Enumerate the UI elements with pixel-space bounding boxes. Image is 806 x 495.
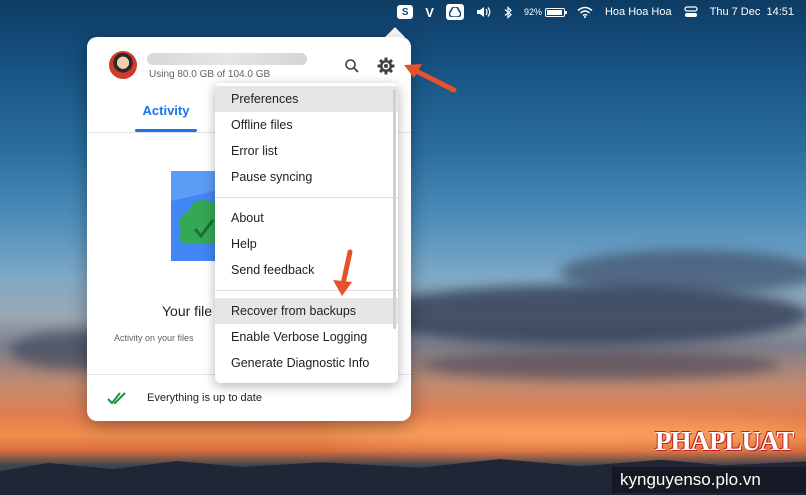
menu-item-offline-files[interactable]: Offline files — [215, 112, 398, 138]
menu-scrollbar[interactable] — [393, 89, 396, 329]
menu-item-generate-diagnostic-info[interactable]: Generate Diagnostic Info — [215, 350, 398, 376]
bluetooth-icon[interactable] — [498, 0, 518, 24]
menu-item-send-feedback[interactable]: Send feedback — [215, 257, 398, 283]
menu-item-pause-syncing[interactable]: Pause syncing — [215, 164, 398, 190]
storage-usage: Using 80.0 GB of 104.0 GB — [149, 69, 271, 80]
user-name: Hoa Hoa Hoa — [604, 6, 672, 18]
watermark-url: kynguyenso.plo.vn — [612, 467, 806, 493]
volume-icon[interactable] — [470, 0, 498, 24]
cloud — [420, 350, 780, 380]
google-drive-menu-icon[interactable] — [440, 0, 470, 24]
menu-separator — [215, 197, 398, 198]
empty-state-subtitle: Activity on your files — [114, 333, 194, 343]
tab-activity[interactable]: Activity — [131, 101, 201, 131]
menu-bar: S V 92% Hoa Hoa Hoa Thu 7 Dec 14:51 — [0, 0, 806, 24]
arrow-to-settings-icon — [404, 64, 457, 93]
sync-status: Everything is up to date — [147, 392, 262, 404]
battery-indicator[interactable]: 92% — [518, 0, 571, 24]
date-time: Thu 7 Dec 14:51 — [709, 6, 794, 18]
clock[interactable]: Thu 7 Dec 14:51 — [704, 0, 800, 24]
control-center-icon[interactable] — [678, 0, 704, 24]
menu-item-preferences[interactable]: Preferences — [215, 86, 398, 112]
search-icon — [345, 59, 359, 73]
settings-dropdown-menu: Preferences Offline files Error list Pau… — [215, 83, 398, 383]
menu-item-about[interactable]: About — [215, 205, 398, 231]
account-email-blurred — [147, 53, 307, 65]
battery-percent: 92% — [523, 7, 542, 17]
v-menu-icon[interactable]: V — [419, 0, 440, 24]
search-button[interactable] — [343, 57, 361, 75]
double-check-icon — [107, 392, 126, 405]
avatar[interactable] — [109, 51, 137, 79]
battery-icon — [544, 7, 567, 17]
wifi-icon[interactable] — [571, 0, 599, 24]
skype-menu-icon[interactable]: S — [391, 0, 419, 24]
menu-item-help[interactable]: Help — [215, 231, 398, 257]
cloud — [360, 285, 806, 345]
empty-state-title: Your file — [162, 303, 213, 319]
cloud — [560, 250, 806, 295]
drive-icon — [445, 4, 464, 20]
menu-item-recover-from-backups[interactable]: Recover from backups — [215, 298, 398, 324]
gear-icon — [377, 57, 395, 75]
skype-icon-label: S — [397, 5, 414, 19]
v-icon-label: V — [425, 4, 434, 20]
watermark-logo: PHAPLUAT — [655, 426, 795, 456]
user-menu[interactable]: Hoa Hoa Hoa — [599, 0, 678, 24]
settings-button[interactable] — [375, 55, 397, 77]
menu-item-enable-verbose-logging[interactable]: Enable Verbose Logging — [215, 324, 398, 350]
menu-separator — [215, 290, 398, 291]
arrow-to-recover-item — [333, 249, 353, 296]
menu-item-error-list[interactable]: Error list — [215, 138, 398, 164]
